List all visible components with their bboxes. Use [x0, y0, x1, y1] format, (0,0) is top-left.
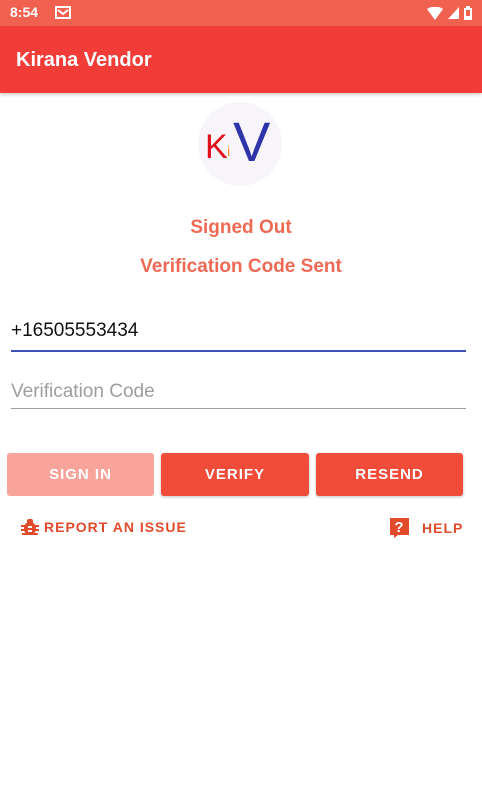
- sign-in-button[interactable]: SIGN IN: [7, 453, 154, 496]
- kirana-vendor-logo: K i V: [198, 102, 282, 186]
- verify-button[interactable]: VERIFY: [161, 453, 309, 496]
- battery-icon: [464, 6, 472, 20]
- signed-out-message: Signed Out: [190, 217, 292, 238]
- mail-icon: [55, 6, 71, 19]
- logo-letter-v: V: [233, 110, 271, 173]
- status-bar: 8:54: [0, 0, 482, 26]
- logo-letter-i: i: [227, 143, 231, 159]
- verification-code-input[interactable]: Verification Code: [11, 381, 466, 409]
- help-link[interactable]: ? HELP: [389, 517, 463, 539]
- help-label: HELP: [422, 520, 464, 536]
- signal-icon: [448, 7, 459, 19]
- resend-button[interactable]: RESEND: [316, 453, 463, 496]
- app-bar: Kirana Vendor: [0, 26, 482, 93]
- app-title: Kirana Vendor: [16, 49, 152, 71]
- report-issue-label: REPORT AN ISSUE: [44, 519, 187, 535]
- logo-letter-k: K: [205, 128, 228, 166]
- bug-icon: [21, 519, 39, 535]
- code-sent-message: Verification Code Sent: [140, 256, 342, 277]
- wifi-icon: [427, 6, 443, 20]
- phone-number-input[interactable]: +16505553434: [11, 320, 466, 352]
- svg-text:?: ?: [394, 519, 404, 536]
- system-icons: [427, 6, 472, 20]
- report-issue-link[interactable]: REPORT AN ISSUE: [20, 517, 187, 537]
- status-time: 8:54: [10, 4, 39, 20]
- help-icon: ?: [390, 518, 409, 538]
